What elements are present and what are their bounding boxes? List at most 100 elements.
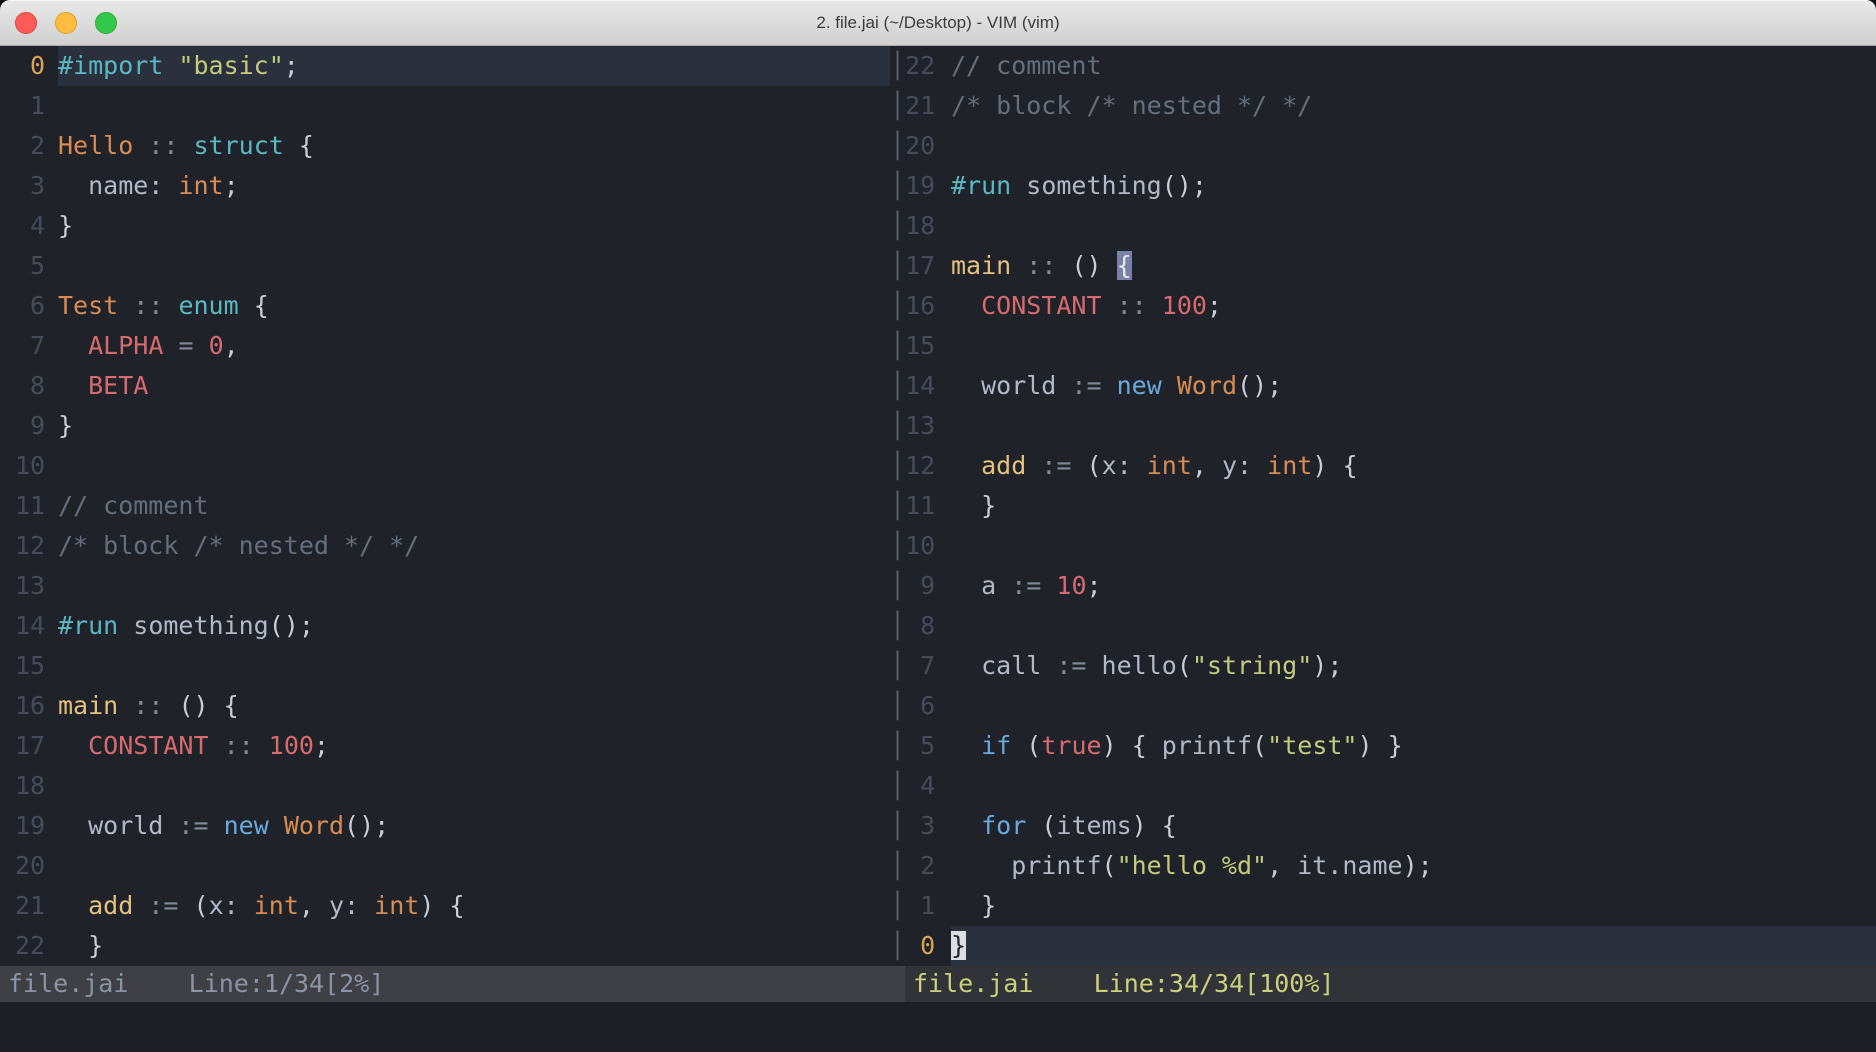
matchparen-highlight: {	[1117, 251, 1132, 280]
split-separator: │	[890, 371, 905, 400]
command-line[interactable]	[0, 1002, 1876, 1052]
code-token: 100	[269, 731, 314, 760]
code-line[interactable]: 17 CONSTANT :: 100;	[0, 726, 890, 766]
line-number: 12	[0, 526, 46, 566]
code-token	[254, 731, 269, 760]
code-line[interactable]: 7 ALPHA = 0,	[0, 326, 890, 366]
code-line[interactable]: 21 add := (x: int, y: int) {	[0, 886, 890, 926]
code-line[interactable]: │ 7 call := hello("string");	[890, 646, 1876, 686]
code-line[interactable]: │12 add := (x: int, y: int) {	[890, 446, 1876, 486]
code-line[interactable]: │19#run something();	[890, 166, 1876, 206]
code-line[interactable]: │14 world := new Word();	[890, 366, 1876, 406]
code-token: Test	[58, 291, 118, 320]
code-line[interactable]: │18	[890, 206, 1876, 246]
code-line[interactable]: 4}	[0, 206, 890, 246]
code-line[interactable]: 20	[0, 846, 890, 886]
editor-pane-left[interactable]: 0#import "basic"; 1 2Hello :: struct { 3…	[0, 46, 890, 966]
line-number: 11	[0, 486, 46, 526]
code-token	[209, 691, 224, 720]
code-token: new	[1117, 371, 1162, 400]
line-number: │14	[890, 366, 936, 406]
code-line[interactable]: │ 8	[890, 606, 1876, 646]
code-line[interactable]: 6Test :: enum {	[0, 286, 890, 326]
close-button[interactable]	[15, 12, 37, 34]
code-line[interactable]: 18	[0, 766, 890, 806]
code-token: (	[1102, 851, 1117, 880]
code-line[interactable]: 19 world := new Word();	[0, 806, 890, 846]
code-line[interactable]: 10	[0, 446, 890, 486]
editor-pane-right[interactable]: │22 // comment │21/* block /* nested */ */…	[890, 46, 1876, 966]
code-line[interactable]: │22 // comment	[890, 46, 1876, 86]
line-number: │16	[890, 286, 936, 326]
line-number: │ 9	[890, 566, 936, 606]
zoom-button[interactable]	[95, 12, 117, 34]
code-line[interactable]: 2Hello :: struct {	[0, 126, 890, 166]
status-bar-right: file.jai Line:34/34[100%]	[905, 966, 1876, 1002]
code-line[interactable]: │ 5 if (true) { printf("test") }	[890, 726, 1876, 766]
code-line[interactable]: │ 0}	[890, 926, 1876, 966]
code-token: ::	[224, 731, 254, 760]
code-token	[1071, 451, 1086, 480]
code-token	[1026, 451, 1041, 480]
code-line[interactable]: 15	[0, 646, 890, 686]
title-bar[interactable]: 2. file.jai (~/Desktop) - VIM (vim)	[0, 0, 1876, 46]
code-token: {	[1132, 731, 1147, 760]
split-separator: │	[890, 611, 905, 640]
line-number: │22	[890, 46, 936, 86]
code-token	[239, 291, 254, 320]
code-line[interactable]: 0#import "basic";	[0, 46, 890, 86]
code-token: :=	[1011, 571, 1041, 600]
code-line[interactable]: │ 4	[890, 766, 1876, 806]
code-line[interactable]: │ 6	[890, 686, 1876, 726]
code-line[interactable]: │20	[890, 126, 1876, 166]
code-token: #import	[58, 51, 163, 80]
code-line[interactable]: 1	[0, 86, 890, 126]
code-token: 0	[209, 331, 224, 360]
code-token: "string"	[1192, 651, 1312, 680]
code-token: {	[224, 691, 239, 720]
code-line[interactable]: 8 BETA	[0, 366, 890, 406]
code-token: ();	[1237, 371, 1282, 400]
split-separator: │	[890, 491, 905, 520]
code-line[interactable]: │10	[890, 526, 1876, 566]
code-line[interactable]: │13	[890, 406, 1876, 446]
split-separator: │	[890, 91, 905, 120]
split-separator: │	[890, 131, 905, 160]
code-line[interactable]: │11 }	[890, 486, 1876, 526]
code-token	[951, 891, 981, 920]
code-line[interactable]: │ 1 }	[890, 886, 1876, 926]
code-line[interactable]: │17main :: () {	[890, 246, 1876, 286]
code-token: (	[194, 891, 209, 920]
code-line[interactable]: 11// comment	[0, 486, 890, 526]
code-token: "test"	[1267, 731, 1357, 760]
code-token: )	[1132, 811, 1147, 840]
code-token: "basic"	[178, 51, 283, 80]
line-number: │ 7	[890, 646, 936, 686]
code-token: ;	[284, 51, 299, 80]
code-line[interactable]: 14#run something();	[0, 606, 890, 646]
code-line[interactable]: │ 3 for (items) {	[890, 806, 1876, 846]
code-line[interactable]: │21/* block /* nested */ */	[890, 86, 1876, 126]
code-line[interactable]: │ 2 printf("hello %d", it.name);	[890, 846, 1876, 886]
code-line[interactable]: 16main :: () {	[0, 686, 890, 726]
code-line[interactable]: 9}	[0, 406, 890, 446]
code-line[interactable]: │16 CONSTANT :: 100;	[890, 286, 1876, 326]
code-token: int	[1147, 451, 1192, 480]
code-token	[58, 331, 88, 360]
line-number: │ 3	[890, 806, 936, 846]
minimize-button[interactable]	[55, 12, 77, 34]
code-line[interactable]: 5	[0, 246, 890, 286]
line-number: 4	[0, 206, 46, 246]
code-line[interactable]: 13	[0, 566, 890, 606]
code-line[interactable]: │15	[890, 326, 1876, 366]
code-line[interactable]: │ 9 a := 10;	[890, 566, 1876, 606]
line-number: │19	[890, 166, 936, 206]
split-separator: │	[890, 811, 905, 840]
line-number: │ 0	[890, 926, 936, 966]
line-number: 8	[0, 366, 46, 406]
code-line[interactable]: 22 }	[0, 926, 890, 966]
code-line[interactable]: 12/* block /* nested */ */	[0, 526, 890, 566]
code-token: // comment	[951, 51, 1102, 80]
code-line[interactable]: 3 name: int;	[0, 166, 890, 206]
code-token: add	[981, 451, 1026, 480]
